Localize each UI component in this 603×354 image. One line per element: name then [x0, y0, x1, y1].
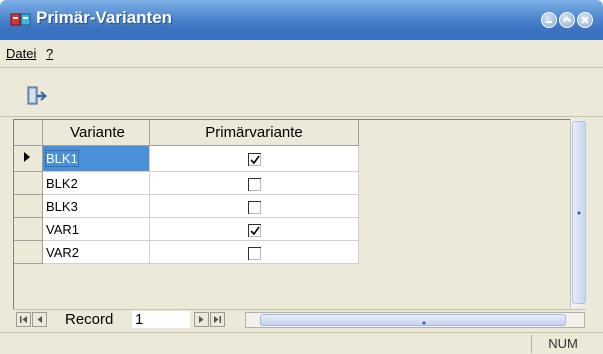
record-label: Record	[65, 311, 114, 328]
grid-table: Variante Primärvariante BLK1 BLK2 BLK3 V…	[14, 120, 359, 264]
cell-primaervariante[interactable]	[149, 171, 359, 195]
table-row[interactable]: BLK2	[14, 171, 359, 195]
row-selector[interactable]	[14, 240, 43, 264]
status-bar: NUM	[0, 332, 603, 354]
cell-variante[interactable]: VAR1	[42, 217, 150, 241]
close-button[interactable]	[577, 12, 593, 28]
cell-variante[interactable]: BLK1	[42, 145, 150, 172]
checkmark-icon	[249, 155, 260, 165]
first-record-icon	[20, 316, 27, 323]
table-row[interactable]: BLK1	[14, 145, 359, 172]
previous-record-button[interactable]	[32, 312, 47, 327]
menu-datei[interactable]: Datei	[6, 46, 36, 61]
column-header-variante[interactable]: Variante	[42, 120, 150, 146]
horizontal-scrollbar[interactable]	[245, 312, 585, 328]
checkbox-unchecked[interactable]	[247, 200, 261, 214]
menu-bar: Datei ?	[0, 40, 603, 68]
checkbox-unchecked[interactable]	[247, 177, 261, 191]
menu-help[interactable]: ?	[46, 46, 53, 61]
data-grid: Variante Primärvariante BLK1 BLK2 BLK3 V…	[13, 119, 587, 309]
maximize-icon	[562, 16, 572, 23]
cell-variante[interactable]: BLK2	[42, 171, 150, 195]
grid-header-row: Variante Primärvariante	[14, 120, 359, 146]
cell-variante[interactable]: BLK3	[42, 194, 150, 218]
table-row[interactable]: VAR1	[14, 217, 359, 241]
maximize-button[interactable]	[559, 12, 575, 28]
column-header-primaervariante[interactable]: Primärvariante	[149, 120, 359, 146]
previous-record-icon	[37, 316, 42, 323]
cell-primaervariante[interactable]	[149, 145, 359, 172]
checkbox-checked[interactable]	[247, 223, 261, 237]
cell-variante[interactable]: VAR2	[42, 240, 150, 264]
horizontal-scroll-thumb[interactable]	[260, 314, 566, 326]
toolbar	[0, 68, 603, 117]
row-selector[interactable]	[14, 145, 43, 172]
num-lock-indicator: NUM	[531, 335, 594, 353]
minimize-button[interactable]	[541, 12, 557, 28]
record-number-field[interactable]: 1	[132, 311, 190, 328]
exit-door-icon	[27, 86, 48, 105]
row-selector[interactable]	[14, 194, 43, 218]
window: Primär-Varianten Datei ? Variante Primär…	[0, 0, 603, 354]
current-row-icon	[24, 152, 30, 162]
last-record-button[interactable]	[210, 312, 225, 327]
app-icon	[10, 11, 32, 29]
minimize-icon	[546, 21, 552, 23]
cell-primaervariante[interactable]	[149, 217, 359, 241]
next-record-button[interactable]	[194, 312, 209, 327]
table-row[interactable]: VAR2	[14, 240, 359, 264]
row-selector[interactable]	[14, 171, 43, 195]
vertical-scroll-thumb[interactable]	[572, 121, 586, 304]
close-icon	[581, 16, 589, 24]
vertical-scrollbar[interactable]	[570, 119, 587, 308]
title-bar[interactable]: Primär-Varianten	[0, 0, 603, 40]
checkbox-checked[interactable]	[247, 153, 261, 167]
cell-primaervariante[interactable]	[149, 194, 359, 218]
next-record-icon	[199, 316, 204, 323]
window-title: Primär-Varianten	[36, 8, 173, 27]
table-row[interactable]: BLK3	[14, 194, 359, 218]
checkbox-unchecked[interactable]	[247, 246, 261, 260]
row-selector[interactable]	[14, 217, 43, 241]
record-navigator: Record 1	[13, 309, 586, 330]
last-record-icon	[214, 316, 221, 323]
checkmark-icon	[249, 226, 260, 235]
row-selector-header	[14, 120, 43, 146]
exit-button[interactable]	[26, 86, 48, 106]
first-record-button[interactable]	[16, 312, 31, 327]
cell-primaervariante[interactable]	[149, 240, 359, 264]
